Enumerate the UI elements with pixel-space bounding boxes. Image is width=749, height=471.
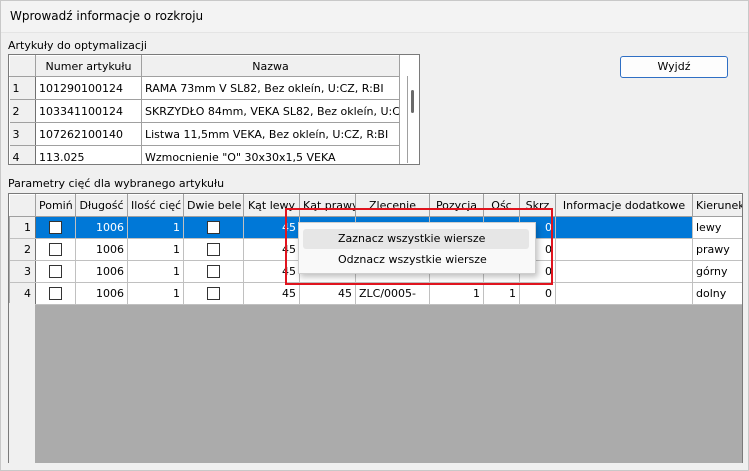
cell-article-name[interactable]: Wzmocnienie "O" 30x30x1,5 VEKA	[141, 145, 400, 164]
two-bars-checkbox[interactable]	[207, 221, 220, 235]
column-header-name[interactable]: Nazwa	[141, 55, 400, 77]
column-header-article-number[interactable]: Numer artykułu	[35, 55, 142, 77]
cell-cut-count[interactable]: 1	[127, 238, 184, 261]
row-header[interactable]: 1	[9, 76, 36, 100]
articles-grid[interactable]: Numer artykułu Nazwa 1 101290100124 RAMA…	[8, 54, 420, 165]
table-row[interactable]: 3 107262100140 Listwa 11,5mm VEKA, Bez o…	[9, 122, 400, 146]
column-header-two-bars[interactable]: Dwie bele	[183, 194, 244, 217]
column-header-order[interactable]: Zlecenie	[355, 194, 430, 217]
articles-group-label: Artykuły do optymalizacji	[8, 39, 147, 52]
table-row[interactable]: 1 101290100124 RAMA 73mm V SL82, Bez okl…	[9, 76, 400, 100]
params-group-label: Parametry cięć dla wybranego artykułu	[8, 177, 225, 190]
cell-article-number[interactable]: 101290100124	[35, 76, 142, 100]
table-row[interactable]: 4 113.025 Wzmocnienie "O" 30x30x1,5 VEKA	[9, 145, 400, 164]
articles-header-row: Numer artykułu Nazwa	[9, 55, 400, 77]
cell-osc[interactable]: 1	[483, 282, 520, 305]
column-header-angle-left[interactable]: Kąt lewy	[243, 194, 300, 217]
row-header[interactable]: 1	[9, 216, 36, 239]
skip-checkbox-cell[interactable]	[35, 282, 76, 305]
row-header-strip	[9, 303, 35, 463]
params-corner-header	[9, 194, 36, 217]
two-bars-checkbox[interactable]	[207, 265, 220, 279]
two-bars-checkbox[interactable]	[207, 243, 220, 257]
cell-length[interactable]: 1006	[75, 216, 128, 239]
row-header[interactable]: 4	[9, 145, 36, 164]
two-bars-checkbox-cell[interactable]	[183, 216, 244, 239]
two-bars-checkbox-cell[interactable]	[183, 238, 244, 261]
row-header[interactable]: 2	[9, 238, 36, 261]
skip-checkbox[interactable]	[49, 243, 62, 257]
cell-angle-left[interactable]: 45	[243, 238, 300, 261]
column-header-skrz[interactable]: Skrz	[519, 194, 556, 217]
cell-article-number[interactable]: 113.025	[35, 145, 142, 164]
skip-checkbox[interactable]	[49, 221, 62, 235]
cell-additional-info[interactable]	[555, 282, 693, 305]
title-bar: Wprowadź informacje o rozkroju	[0, 0, 749, 33]
cell-skrz[interactable]: 0	[519, 282, 556, 305]
skip-checkbox-cell[interactable]	[35, 260, 76, 283]
cell-direction[interactable]: dolny	[692, 282, 742, 305]
row-header[interactable]: 2	[9, 99, 36, 123]
cell-article-number[interactable]: 103341100124	[35, 99, 142, 123]
menu-item-deselect-all-rows[interactable]: Odznacz wszystkie wiersze	[303, 250, 529, 270]
table-row[interactable]: 2 103341100124 SKRZYDŁO 84mm, VEKA SL82,…	[9, 99, 400, 123]
cell-direction[interactable]: prawy	[692, 238, 742, 261]
cell-angle-right[interactable]: 45	[299, 282, 356, 305]
cell-angle-left[interactable]: 45	[243, 260, 300, 283]
two-bars-checkbox-cell[interactable]	[183, 282, 244, 305]
skip-checkbox[interactable]	[49, 287, 62, 301]
articles-corner-header	[9, 55, 36, 77]
cell-cut-count[interactable]: 1	[127, 216, 184, 239]
column-header-length[interactable]: Długość	[75, 194, 128, 217]
context-menu: Zaznacz wszystkie wiersze Odznacz wszyst…	[298, 222, 536, 274]
table-row[interactable]: 4 1006 1 45 45 ZLC/0005- 1 1 0 dolny	[9, 282, 742, 305]
exit-button[interactable]: Wyjdź	[620, 56, 728, 78]
cell-direction[interactable]: lewy	[692, 216, 742, 239]
cell-position[interactable]: 1	[429, 282, 484, 305]
column-header-additional-info[interactable]: Informacje dodatkowe	[555, 194, 693, 217]
column-header-direction[interactable]: Kierunek	[692, 194, 742, 217]
row-header[interactable]: 3	[9, 260, 36, 283]
cell-article-name[interactable]: RAMA 73mm V SL82, Bez okleín, U:CZ, R:BI	[141, 76, 400, 100]
scrollbar-thumb[interactable]	[411, 90, 414, 113]
cell-angle-left[interactable]: 45	[243, 282, 300, 305]
cell-additional-info[interactable]	[555, 260, 693, 283]
menu-item-select-all-rows[interactable]: Zaznacz wszystkie wiersze	[303, 229, 529, 249]
cell-article-name[interactable]: Listwa 11,5mm VEKA, Bez okleín, U:CZ, R:…	[141, 122, 400, 146]
skip-checkbox-cell[interactable]	[35, 238, 76, 261]
two-bars-checkbox-cell[interactable]	[183, 260, 244, 283]
cell-order[interactable]: ZLC/0005-	[355, 282, 430, 305]
cell-direction[interactable]: górny	[692, 260, 742, 283]
cell-cut-count[interactable]: 1	[127, 282, 184, 305]
params-header-row: Pomiń Długość Ilość cięć Dwie bele Kąt l…	[9, 194, 742, 217]
window-bottom-edge	[0, 463, 749, 471]
column-header-osc[interactable]: Ośc	[483, 194, 520, 217]
cell-additional-info[interactable]	[555, 238, 693, 261]
cell-article-number[interactable]: 107262100140	[35, 122, 142, 146]
window-title: Wprowadź informacje o rozkroju	[10, 9, 204, 23]
skip-checkbox[interactable]	[49, 265, 62, 279]
cell-length[interactable]: 1006	[75, 238, 128, 261]
row-header[interactable]: 4	[9, 282, 36, 305]
cell-length[interactable]: 1006	[75, 260, 128, 283]
cell-article-name[interactable]: SKRZYDŁO 84mm, VEKA SL82, Bez okleín, U:…	[141, 99, 400, 123]
cell-angle-left[interactable]: 45	[243, 216, 300, 239]
two-bars-checkbox[interactable]	[207, 287, 220, 301]
cell-additional-info[interactable]	[555, 216, 693, 239]
column-header-position[interactable]: Pozycja	[429, 194, 484, 217]
column-header-angle-right[interactable]: Kąt prawy	[299, 194, 356, 217]
cell-length[interactable]: 1006	[75, 282, 128, 305]
column-header-cut-count[interactable]: Ilość cięć	[127, 194, 184, 217]
row-header[interactable]: 3	[9, 122, 36, 146]
column-header-skip[interactable]: Pomiń	[35, 194, 76, 217]
articles-vertical-scrollbar[interactable]	[407, 76, 419, 163]
cell-cut-count[interactable]: 1	[127, 260, 184, 283]
skip-checkbox-cell[interactable]	[35, 216, 76, 239]
